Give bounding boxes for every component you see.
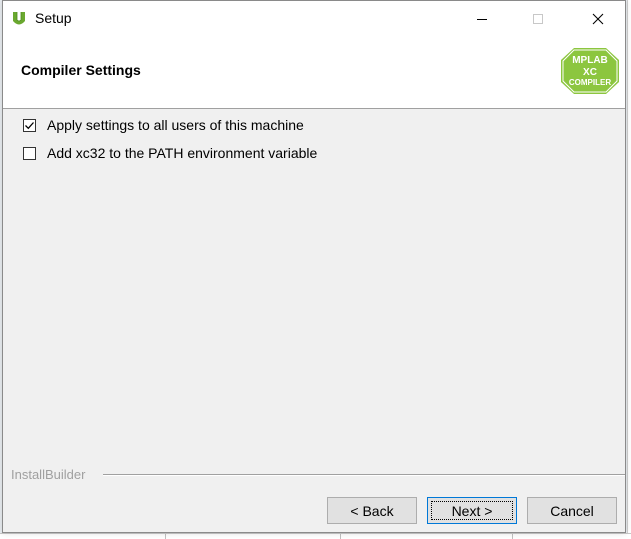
next-button[interactable]: Next > bbox=[427, 497, 517, 524]
page-header: Compiler Settings MPLAB XC COMPILER bbox=[3, 37, 625, 109]
add-to-path-option[interactable]: Add xc32 to the PATH environment variabl… bbox=[23, 145, 317, 161]
logo-line3: COMPILER bbox=[569, 78, 611, 87]
checkmark-icon bbox=[25, 121, 34, 129]
minimize-button[interactable] bbox=[459, 1, 505, 37]
close-icon bbox=[592, 13, 604, 25]
page-title: Compiler Settings bbox=[21, 62, 141, 78]
cancel-button[interactable]: Cancel bbox=[527, 497, 617, 524]
background-window-edge bbox=[627, 0, 631, 539]
apply-all-users-option[interactable]: Apply settings to all users of this mach… bbox=[23, 117, 304, 133]
screen: Setup Compiler Settings MPLAB XC COMPILE… bbox=[0, 0, 631, 539]
add-to-path-label: Add xc32 to the PATH environment variabl… bbox=[47, 145, 318, 161]
apply-all-users-label: Apply settings to all users of this mach… bbox=[47, 117, 304, 133]
minimize-icon bbox=[477, 19, 487, 20]
maximize-button[interactable] bbox=[515, 1, 561, 37]
maximize-icon bbox=[533, 14, 543, 24]
add-to-path-checkbox[interactable] bbox=[23, 146, 36, 160]
focus-rectangle bbox=[431, 501, 513, 520]
title-bar[interactable]: Setup bbox=[3, 1, 625, 37]
setup-dialog: Setup Compiler Settings MPLAB XC COMPILE… bbox=[2, 0, 626, 533]
mplab-xc-compiler-logo: MPLAB XC COMPILER bbox=[561, 48, 619, 94]
logo-line1: MPLAB bbox=[572, 55, 608, 66]
installer-app-icon bbox=[13, 12, 25, 25]
close-button[interactable] bbox=[575, 1, 621, 37]
background-window-edge-bottom bbox=[0, 533, 631, 539]
apply-all-users-checkbox[interactable] bbox=[23, 118, 36, 132]
window-title: Setup bbox=[35, 10, 72, 26]
back-button[interactable]: < Back bbox=[327, 497, 417, 524]
footer-divider bbox=[9, 467, 625, 476]
logo-line2: XC bbox=[583, 67, 597, 78]
installbuilder-label: InstallBuilder bbox=[11, 467, 86, 482]
